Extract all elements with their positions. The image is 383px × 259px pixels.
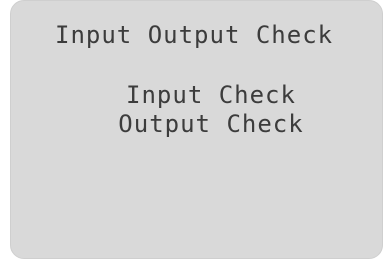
menu-item-input-check[interactable]: Input Check: [101, 81, 321, 110]
lcd-display: Input Output Check Input Check Output Ch…: [10, 0, 383, 259]
check-menu: Input Check Output Check: [101, 81, 321, 139]
menu-item-output-check[interactable]: Output Check: [101, 110, 321, 139]
screen-title: Input Output Check: [55, 21, 334, 49]
